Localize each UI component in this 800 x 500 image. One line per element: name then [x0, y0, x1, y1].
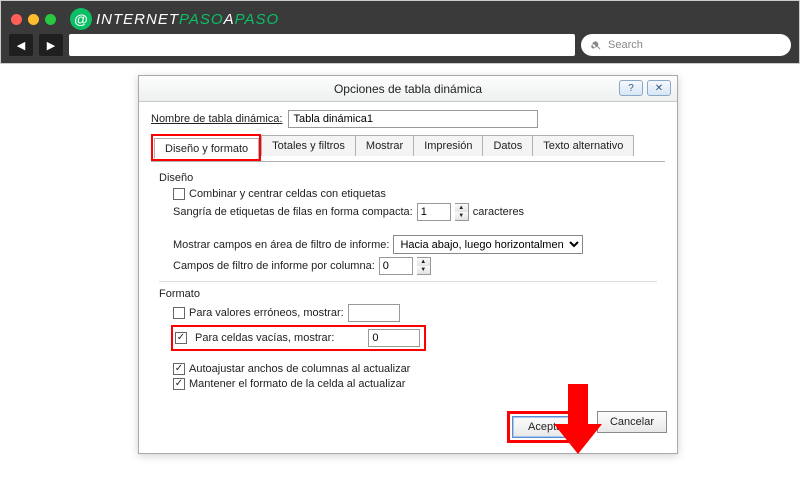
- browser-chrome: @ INTERNETPASOAPASO ◀ ▶ Search: [0, 0, 800, 64]
- window-controls: @ INTERNETPASOAPASO: [1, 1, 799, 30]
- cancel-button[interactable]: Cancelar: [597, 411, 667, 433]
- preserve-label: Mantener el formato de la celda al actua…: [189, 378, 405, 390]
- merge-checkbox[interactable]: [173, 188, 185, 200]
- close-button[interactable]: ✕: [647, 80, 671, 96]
- table-name-input[interactable]: [288, 110, 538, 128]
- percol-spinner[interactable]: ▲▼: [417, 257, 431, 275]
- close-icon[interactable]: [11, 14, 22, 25]
- merge-label: Combinar y centrar celdas con etiquetas: [189, 188, 386, 200]
- preserve-checkbox[interactable]: [173, 378, 185, 390]
- group-design: Diseño: [159, 172, 657, 184]
- dialog-titlebar: Opciones de tabla dinámica ? ✕: [139, 76, 677, 102]
- forward-button[interactable]: ▶: [39, 34, 63, 56]
- indent-spinner[interactable]: ▲▼: [455, 203, 469, 221]
- highlight-tab: Diseño y formato: [151, 134, 261, 161]
- error-input[interactable]: [348, 304, 400, 322]
- percol-label: Campos de filtro de informe por columna:: [173, 260, 375, 272]
- percol-input[interactable]: [379, 257, 413, 275]
- group-format: Formato: [159, 288, 657, 300]
- help-button[interactable]: ?: [619, 80, 643, 96]
- autofit-label: Autoajustar anchos de columnas al actual…: [189, 363, 410, 375]
- table-name-label: Nombre de tabla dinámica:: [151, 113, 282, 125]
- error-label: Para valores erróneos, mostrar:: [189, 307, 344, 319]
- fields-combo[interactable]: Hacia abajo, luego horizontalmente: [393, 235, 583, 254]
- search-placeholder: Search: [608, 39, 643, 51]
- tab-totals[interactable]: Totales y filtros: [261, 135, 356, 156]
- fields-label: Mostrar campos en área de filtro de info…: [173, 239, 389, 251]
- tab-data[interactable]: Datos: [482, 135, 533, 156]
- indent-suffix: caracteres: [473, 206, 524, 218]
- indent-label: Sangría de etiquetas de filas en forma c…: [173, 206, 413, 218]
- search-input[interactable]: Search: [581, 34, 791, 56]
- tab-alttext[interactable]: Texto alternativo: [532, 135, 634, 156]
- logo-badge-icon: @: [70, 8, 92, 30]
- search-icon: [591, 40, 602, 51]
- dialog-title: Opciones de tabla dinámica: [334, 82, 482, 96]
- tab-show[interactable]: Mostrar: [355, 135, 414, 156]
- logo-text: INTERNETPASOAPASO: [96, 11, 279, 28]
- maximize-icon[interactable]: [45, 14, 56, 25]
- tab-design[interactable]: Diseño y formato: [154, 138, 259, 159]
- minimize-icon[interactable]: [28, 14, 39, 25]
- highlight-empty-cells: Para celdas vacías, mostrar:: [171, 325, 426, 351]
- empty-input[interactable]: [368, 329, 420, 347]
- tab-print[interactable]: Impresión: [413, 135, 483, 156]
- empty-checkbox[interactable]: [175, 332, 187, 344]
- autofit-checkbox[interactable]: [173, 363, 185, 375]
- address-bar[interactable]: [69, 34, 575, 56]
- error-checkbox[interactable]: [173, 307, 185, 319]
- indent-input[interactable]: [417, 203, 451, 221]
- empty-label: Para celdas vacías, mostrar:: [195, 332, 334, 344]
- site-logo: @ INTERNETPASOAPASO: [70, 8, 279, 30]
- tab-bar: Diseño y formato Totales y filtros Mostr…: [151, 134, 665, 162]
- back-button[interactable]: ◀: [9, 34, 33, 56]
- annotation-arrow-icon: [554, 384, 602, 458]
